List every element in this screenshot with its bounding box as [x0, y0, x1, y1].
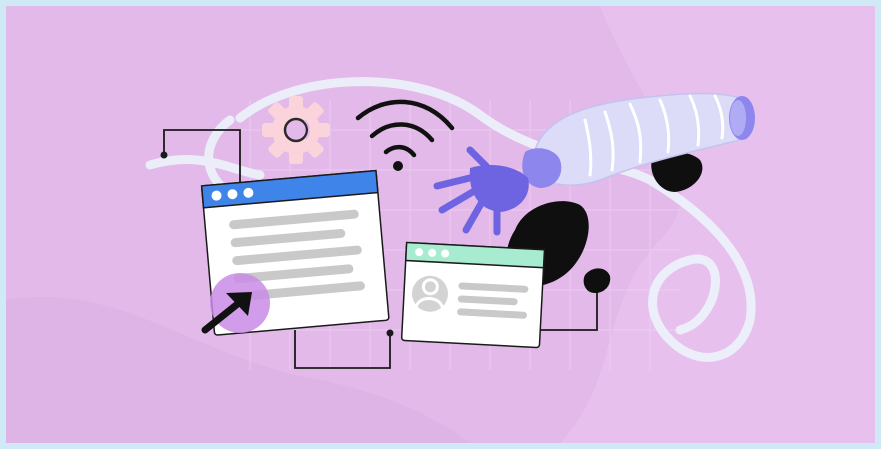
connector-dot [386, 329, 394, 337]
connector-dot [160, 151, 168, 159]
gear-icon [262, 96, 330, 164]
illustration-canvas [0, 0, 881, 449]
wifi-dot [393, 161, 403, 171]
illustration-frame [0, 0, 881, 449]
profile-window [400, 241, 546, 349]
